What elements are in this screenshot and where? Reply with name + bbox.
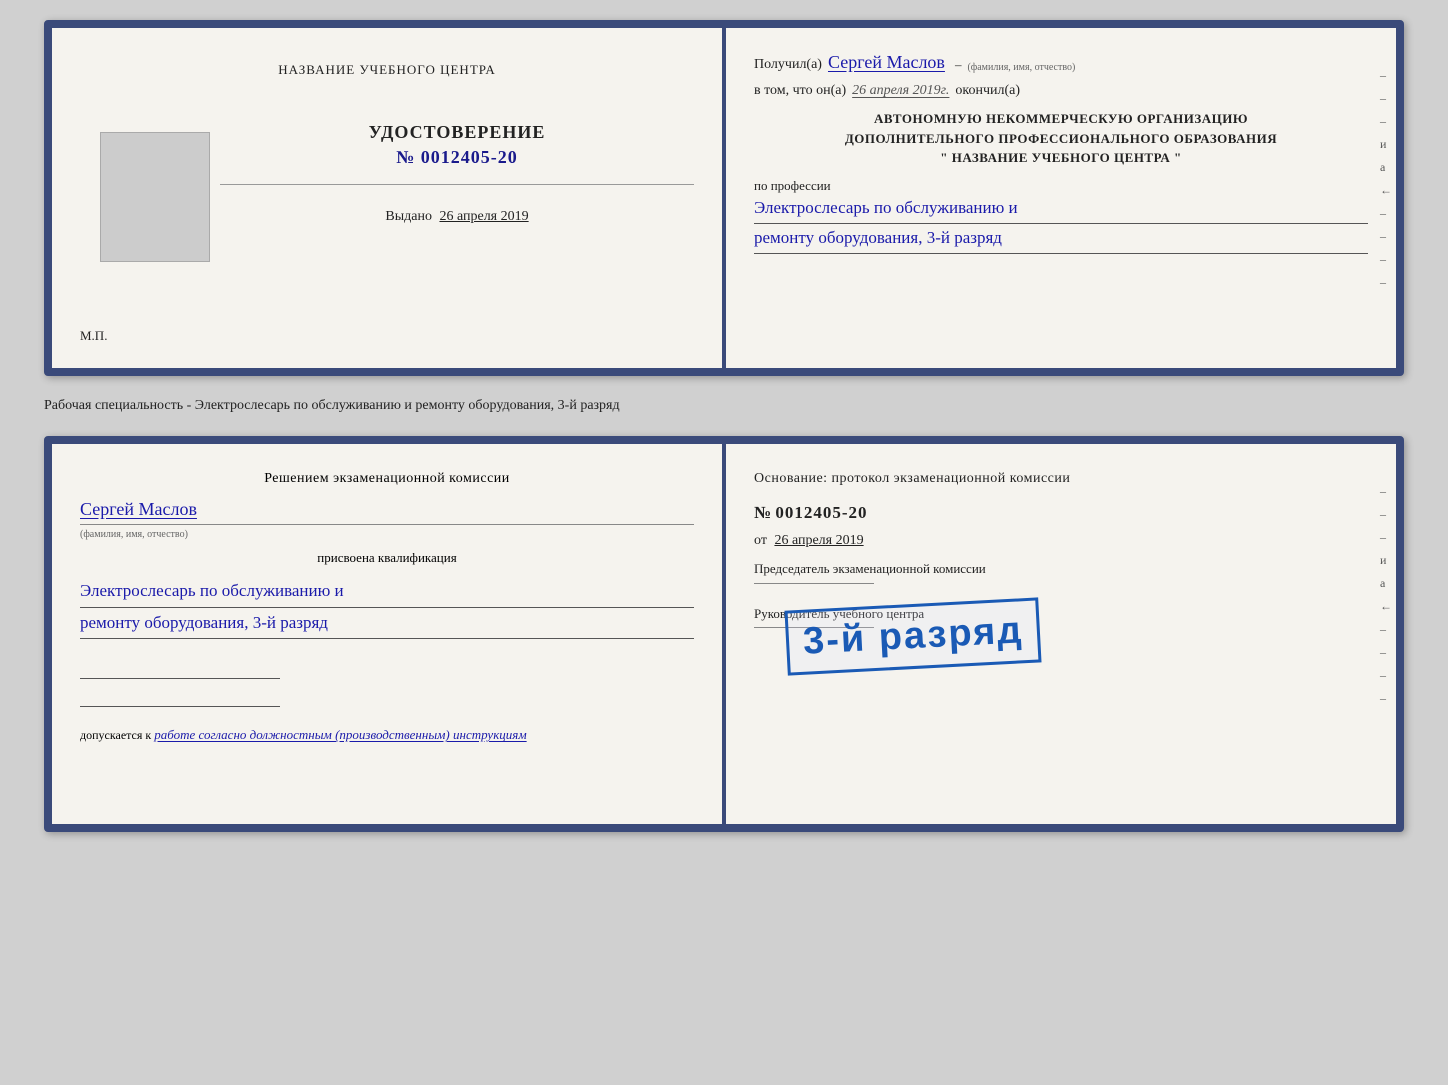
dopuskaetsya-block: допускается к работе согласно должностны… (80, 727, 694, 743)
card1-right-panel: Получил(а) Сергей Маслов – (фамилия, имя… (726, 28, 1396, 368)
org-block: АВТОНОМНУЮ НЕКОММЕРЧЕСКУЮ ОРГАНИЗАЦИЮ ДО… (754, 109, 1368, 168)
udostoverenie-column: УДОСТОВЕРЕНИЕ № 0012405-20 Выдано 26 апр… (220, 122, 694, 225)
right-edge-dashes: – – – и а ← – – – – (1380, 68, 1392, 290)
card2-name: Сергей Маслов (80, 499, 694, 520)
mp-label: М.П. (80, 328, 107, 344)
photo-placeholder (100, 132, 210, 262)
rukov-line (754, 627, 874, 628)
rukov-block: Руководитель учебного центра (754, 604, 1368, 631)
qual-line2: ремонту оборудования, 3-й разряд (80, 608, 694, 640)
dopuskaetsya-value: работе согласно должностным (производств… (154, 727, 526, 742)
chairman-block: Председатель экзаменационной комиссии (754, 559, 1368, 586)
qual-line1: Электрослесарь по обслуживанию и (80, 576, 694, 608)
ot-line: от 26 апреля 2019 (754, 533, 1368, 549)
between-label: Рабочая специальность - Электрослесарь п… (44, 394, 1404, 418)
card2-left-panel: Решением экзаменационной комиссии Сергей… (52, 444, 722, 824)
protocol-prefix: № (754, 503, 772, 522)
udostoverenie-number: № 0012405-20 (396, 147, 518, 168)
protocol-num: 0012405-20 (775, 503, 867, 522)
osnov-title: Основание: протокол экзаменационной коми… (754, 468, 1368, 489)
protocol-num-block: № 0012405-20 (754, 503, 1368, 523)
profession-block: по профессии Электрослесарь по обслужива… (754, 178, 1368, 254)
signature-lines (80, 657, 694, 707)
date-line: в том, что он(а) 26 апреля 2019г. окончи… (754, 83, 1368, 99)
prisvoyena-label: присвоена квалификация (80, 550, 694, 566)
chairman-line (754, 583, 874, 584)
photo-column (80, 122, 210, 272)
certificate-card-2: Решением экзаменационной комиссии Сергей… (44, 436, 1404, 832)
divider-1 (220, 184, 694, 185)
vtom-date: 26 апреля 2019г. (852, 83, 949, 99)
name-block-2: Сергей Маслов (фамилия, имя, отчество) (80, 499, 694, 540)
certificate-card-1: НАЗВАНИЕ УЧЕБНОГО ЦЕНТРА УДОСТОВЕРЕНИЕ №… (44, 20, 1404, 376)
recipient-name: Сергей Маслов (828, 52, 945, 73)
udostoverenie-title: УДОСТОВЕРЕНИЕ (369, 122, 546, 143)
card2-right-panel: Основание: протокол экзаменационной коми… (726, 444, 1396, 824)
received-line: Получил(а) Сергей Маслов – (фамилия, имя… (754, 52, 1368, 73)
profession-line1: Электрослесарь по обслуживанию и (754, 194, 1368, 224)
card1-left-inner: УДОСТОВЕРЕНИЕ № 0012405-20 Выдано 26 апр… (80, 122, 694, 272)
card1-center-title: НАЗВАНИЕ УЧЕБНОГО ЦЕНТРА (278, 62, 495, 78)
profession-line2: ремонту оборудования, 3-й разряд (754, 224, 1368, 254)
issued-line: Выдано 26 апреля 2019 (385, 209, 528, 225)
udostoverenie-block: УДОСТОВЕРЕНИЕ № 0012405-20 (369, 122, 546, 168)
name-underline (80, 524, 694, 525)
card1-left-panel: НАЗВАНИЕ УЧЕБНОГО ЦЕНТРА УДОСТОВЕРЕНИЕ №… (52, 28, 722, 368)
sig-line-1 (80, 657, 280, 679)
komissia-title: Решением экзаменационной комиссии (80, 468, 694, 489)
card2-right-edge-dashes: – – – и а ← – – – – (1380, 484, 1392, 706)
qual-block: Электрослесарь по обслуживанию и ремонту… (80, 576, 694, 639)
sig-line-2 (80, 685, 280, 707)
